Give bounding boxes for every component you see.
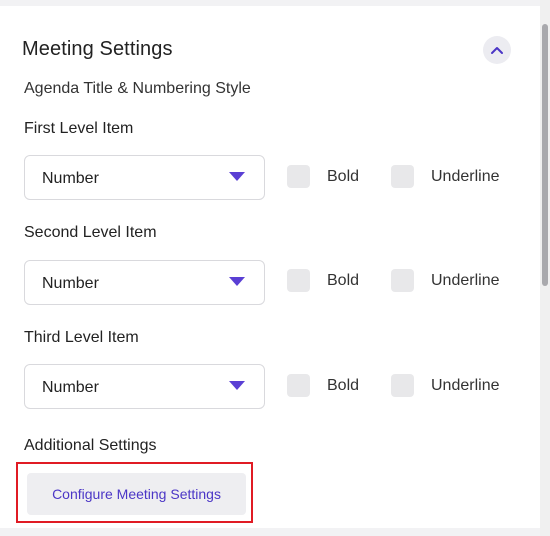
third-level-underline-checkbox[interactable]: [391, 374, 414, 397]
second-level-underline-checkbox[interactable]: [391, 269, 414, 292]
section-title: Meeting Settings: [22, 38, 173, 60]
scrollbar-thumb[interactable]: [542, 24, 548, 286]
first-level-select[interactable]: Number: [24, 155, 265, 200]
configure-meeting-settings-button[interactable]: Configure Meeting Settings: [27, 473, 246, 515]
collapse-button[interactable]: [483, 36, 511, 64]
third-level-label: Third Level Item: [24, 329, 139, 346]
first-level-bold-label: Bold: [327, 168, 360, 185]
scrollbar[interactable]: [540, 0, 550, 536]
second-level-select-value: Number: [42, 275, 99, 292]
caret-down-icon: [229, 381, 245, 390]
third-level-bold-checkbox[interactable]: [287, 374, 310, 397]
caret-down-icon: [229, 277, 245, 286]
first-level-label: First Level Item: [24, 120, 134, 137]
second-level-select[interactable]: Number: [24, 260, 265, 305]
chevron-up-icon: [491, 47, 503, 54]
second-level-underline-label: Underline: [431, 272, 500, 289]
first-level-select-value: Number: [42, 170, 99, 187]
third-level-select[interactable]: Number: [24, 364, 265, 409]
caret-down-icon: [229, 172, 245, 181]
second-level-label: Second Level Item: [24, 224, 157, 241]
additional-settings-label: Additional Settings: [24, 437, 157, 454]
first-level-underline-checkbox[interactable]: [391, 165, 414, 188]
section-subtitle: Agenda Title & Numbering Style: [24, 80, 251, 97]
third-level-select-value: Number: [42, 379, 99, 396]
third-level-underline-label: Underline: [431, 377, 500, 394]
third-level-bold-label: Bold: [327, 377, 360, 394]
second-level-bold-label: Bold: [327, 272, 360, 289]
first-level-underline-label: Underline: [431, 168, 500, 185]
second-level-bold-checkbox[interactable]: [287, 269, 310, 292]
first-level-bold-checkbox[interactable]: [287, 165, 310, 188]
